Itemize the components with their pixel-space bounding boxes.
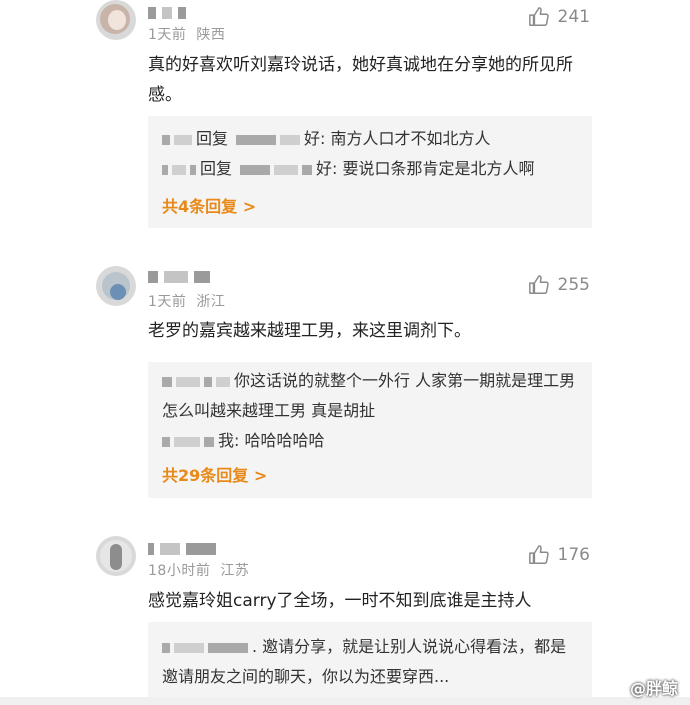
username-masked[interactable] xyxy=(148,6,186,20)
view-more-replies-link[interactable]: 共4条回复 > xyxy=(162,193,256,217)
reply-box[interactable]: . 邀请分享，就是让别人说说心得看法，都是邀请朋友之间的聊天，你以为还要穿西..… xyxy=(148,622,592,705)
username-masked[interactable] xyxy=(148,270,210,284)
comment-time: 1天前 xyxy=(148,294,187,310)
reply-item[interactable]: 我: 哈哈哈哈哈 xyxy=(148,426,592,456)
reply-prefix: 回复 xyxy=(200,159,233,178)
reply-item[interactable]: 你这话说的就整个一外行 人家第一期就是理工男 怎么叫越来越理工男 真是胡扯 xyxy=(148,366,582,426)
thumbs-up-icon xyxy=(528,545,549,564)
comment-text: 感觉嘉玲姐carry了全场，一时不知到底谁是主持人 xyxy=(148,591,532,611)
comment-location: 浙江 xyxy=(196,294,226,310)
avatar[interactable] xyxy=(96,536,136,576)
comment-meta: 1天前 浙江 xyxy=(148,291,225,311)
watermark: @胖鲸 xyxy=(629,679,678,698)
thumbs-up-icon xyxy=(528,7,549,26)
username-masked[interactable] xyxy=(148,542,216,556)
comment-meta: 1天前 陕西 xyxy=(148,24,225,44)
comment-location: 陕西 xyxy=(196,27,226,43)
reply-text: 我: 哈哈哈哈哈 xyxy=(218,431,325,450)
like-button[interactable]: 241 xyxy=(528,6,590,28)
comment-time: 1天前 xyxy=(148,27,187,43)
reply-item[interactable]: 回复 好: 要说口条那肯定是北方人啊 xyxy=(148,154,592,184)
thumbs-up-icon xyxy=(528,275,549,294)
view-more-replies-link[interactable]: 共29条回复 > xyxy=(162,462,267,486)
like-button[interactable]: 176 xyxy=(528,544,590,566)
reply-box[interactable]: 回复 好: 南方人口才不如北方人 回复 好: 要说口条那肯定是北方人啊 共4条回复 … xyxy=(148,116,592,228)
reply-text: 好: 南方人口才不如北方人 xyxy=(304,129,491,148)
bottom-divider xyxy=(0,697,690,705)
comment-location: 江苏 xyxy=(220,563,250,579)
like-button[interactable]: 255 xyxy=(528,274,590,296)
comment-time: 18小时前 xyxy=(148,563,211,579)
like-count: 176 xyxy=(557,545,590,565)
comment-meta: 18小时前 江苏 xyxy=(148,560,249,580)
like-count: 241 xyxy=(557,7,590,27)
reply-item[interactable]: . 邀请分享，就是让别人说说心得看法，都是邀请朋友之间的聊天，你以为还要穿西..… xyxy=(148,632,572,692)
comment-text: 真的好喜欢听刘嘉玲说话，她好真诚地在分享她的所见所感。 xyxy=(148,55,573,105)
reply-item[interactable]: 回复 好: 南方人口才不如北方人 xyxy=(148,124,592,154)
reply-text: 好: 要说口条那肯定是北方人啊 xyxy=(316,159,535,178)
avatar[interactable] xyxy=(96,266,136,306)
avatar[interactable] xyxy=(96,0,136,40)
reply-box[interactable]: 你这话说的就整个一外行 人家第一期就是理工男 怎么叫越来越理工男 真是胡扯 我:… xyxy=(148,362,592,498)
like-count: 255 xyxy=(557,275,590,295)
comment-text: 老罗的嘉宾越来越理工男，来这里调剂下。 xyxy=(148,321,471,341)
reply-prefix: 回复 xyxy=(196,129,229,148)
